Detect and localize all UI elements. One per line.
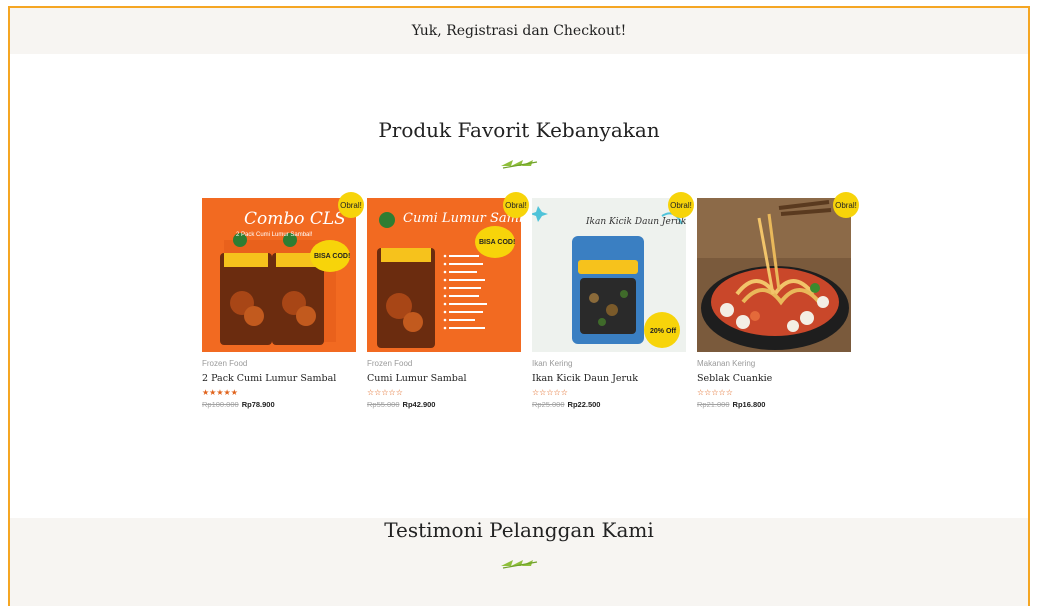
sale-badge: Obral! <box>668 192 694 218</box>
rating-stars: ★★★★★ <box>202 388 238 397</box>
product-category[interactable]: Makanan Kering <box>697 359 851 368</box>
sale-badge: Obral! <box>833 192 859 218</box>
rating-stars: ☆☆☆☆☆ <box>532 388 568 397</box>
product-name[interactable]: Cumi Lumur Sambal <box>367 373 521 384</box>
product-category[interactable]: Frozen Food <box>367 359 521 368</box>
cumi-lumur-image: Cumi Lumur Sambal BISA COD! <box>367 198 521 352</box>
leaf-divider-icon <box>501 560 538 569</box>
image-subtitle-text: 2 Pack Cumi Lumur Sambal! <box>236 232 313 238</box>
seblak-cuankie-image <box>697 198 851 352</box>
product-card[interactable]: Obral! <box>367 192 529 409</box>
product-price: Rp100.000 Rp78.900 <box>202 400 356 409</box>
rating-stars: ☆☆☆☆☆ <box>697 388 733 397</box>
product-price: Rp55.000 Rp42.900 <box>367 400 521 409</box>
page-frame: Yuk, Registrasi dan Checkout! Produk Fav… <box>8 6 1030 606</box>
old-price: Rp21.000 <box>697 400 730 409</box>
product-grid: Obral! Combo CLS 2 Pack Cumi Lumur Samba… <box>202 192 859 409</box>
product-name[interactable]: Ikan Kicik Daun Jeruk <box>532 373 686 384</box>
old-price: Rp25.000 <box>532 400 565 409</box>
image-title-text: Cumi Lumur Sambal <box>403 211 521 226</box>
image-title-text: Combo CLS <box>244 209 346 229</box>
testimonials-title: Testimoni Pelanggan Kami <box>384 518 654 542</box>
sale-price: Rp22.500 <box>567 400 601 409</box>
registration-banner[interactable]: Yuk, Registrasi dan Checkout! <box>10 8 1028 54</box>
product-image[interactable]: Combo CLS 2 Pack Cumi Lumur Sambal! BISA… <box>202 198 356 352</box>
rating-stars: ☆☆☆☆☆ <box>367 388 403 397</box>
image-sticker-text: BISA COD! <box>479 239 515 246</box>
banner-text[interactable]: Yuk, Registrasi dan Checkout! <box>412 23 626 39</box>
product-card[interactable]: Obral! <box>697 192 859 409</box>
product-image[interactable] <box>697 198 851 352</box>
favorites-title: Produk Favorit Kebanyakan <box>378 118 660 142</box>
image-sticker-text: BISA COD! <box>314 253 350 260</box>
sale-price: Rp16.800 <box>732 400 766 409</box>
product-name[interactable]: 2 Pack Cumi Lumur Sambal <box>202 373 356 384</box>
image-title-text: Ikan Kicik Daun Jeruk <box>585 217 686 227</box>
product-name[interactable]: Seblak Cuankie <box>697 373 851 384</box>
leaf-divider-icon <box>501 160 538 169</box>
product-price: Rp25.000 Rp22.500 <box>532 400 686 409</box>
sale-badge: Obral! <box>503 192 529 218</box>
combo-cls-image: Combo CLS 2 Pack Cumi Lumur Sambal! BISA… <box>202 198 356 352</box>
product-price: Rp21.000 Rp16.800 <box>697 400 851 409</box>
product-card[interactable]: Obral! Ikan Kicik Daun Jeruk 20% Off Ika… <box>532 192 694 409</box>
product-card[interactable]: Obral! Combo CLS 2 Pack Cumi Lumur Samba… <box>202 192 364 409</box>
product-category[interactable]: Frozen Food <box>202 359 356 368</box>
sale-price: Rp78.900 <box>241 400 275 409</box>
old-price: Rp55.000 <box>367 400 400 409</box>
image-sticker-text: 20% Off <box>650 328 677 335</box>
sale-badge: Obral! <box>338 192 364 218</box>
product-category[interactable]: Ikan Kering <box>532 359 686 368</box>
sale-price: Rp42.900 <box>402 400 436 409</box>
product-image[interactable]: Ikan Kicik Daun Jeruk 20% Off <box>532 198 686 352</box>
ikan-kicik-image: Ikan Kicik Daun Jeruk 20% Off <box>532 198 686 352</box>
old-price: Rp100.000 <box>202 400 239 409</box>
product-image[interactable]: Cumi Lumur Sambal BISA COD! <box>367 198 521 352</box>
